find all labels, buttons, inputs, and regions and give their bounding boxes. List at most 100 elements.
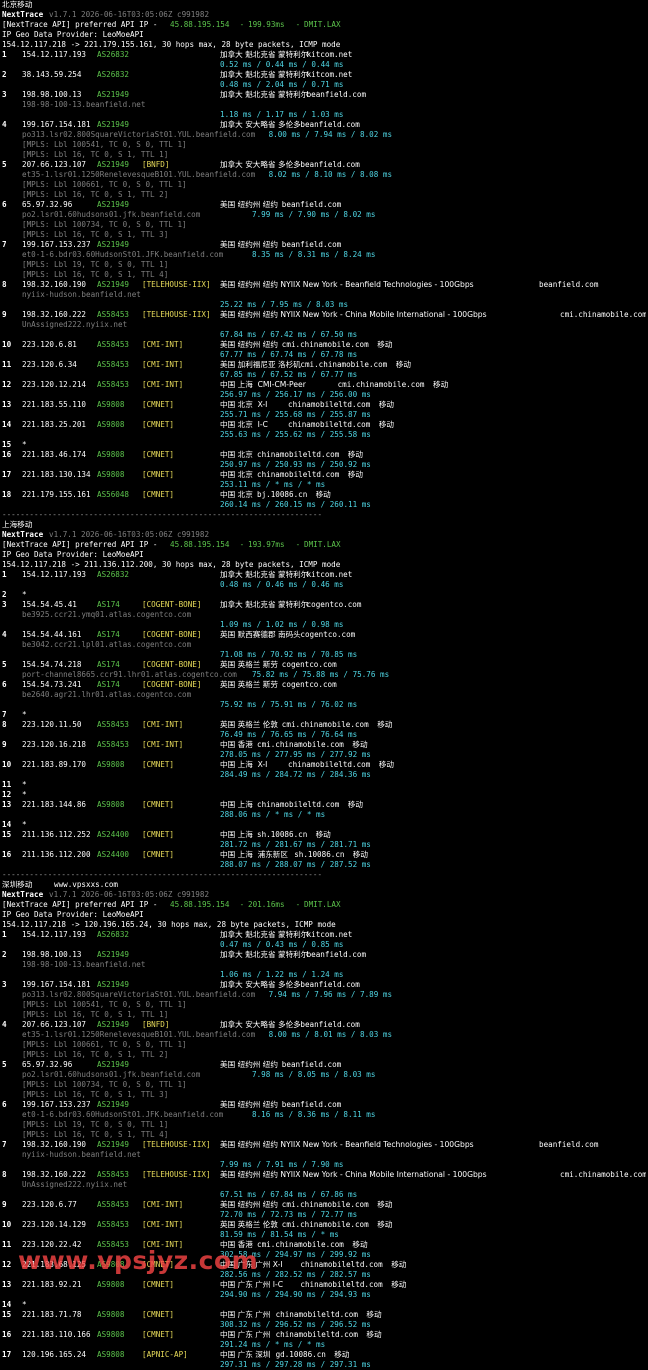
hop-asn: AS58453: [97, 380, 130, 389]
hop-host: chinamobileltd.com: [275, 1310, 358, 1319]
hop-number: 3: [2, 980, 7, 989]
hop-number: 7: [2, 240, 7, 249]
nexttrace-label: NextTrace: [2, 530, 44, 539]
mpls-text: [MPLS: Lbl 19, TC 0, S 0, TTL 1]: [22, 1120, 169, 1129]
hop-geo: 英国 默西赛德郡 南码头: [220, 630, 301, 639]
hop-rdns: po313.lsr02.800SquareVictoriaSt01.YUL.be…: [22, 130, 256, 139]
hop-row: 9 198.32.160.222 AS58453 [TELEHOUSE-IIX] 美国 …: [2, 310, 646, 320]
hop-detail: 288.07 ms / 288.07 ms / 287.52 ms: [2, 860, 646, 870]
hop-geo: 中国 上海 浦东新区: [220, 850, 288, 859]
hop-row: 8 198.32.160.222 AS58453 [TELEHOUSE-IIX] 美国 …: [2, 1170, 646, 1180]
hop-asn: AS21949: [97, 90, 130, 99]
hop-rtt: 71.08 ms / 70.92 ms / 70.85 ms: [220, 650, 358, 659]
hop-geo: 加拿大 安大略省 多伦多: [220, 120, 301, 129]
hop-tag: [TELEHOUSE-IIX]: [142, 1170, 211, 1179]
api-line: [NextTrace API] preferred API IP - 45.88…: [2, 900, 646, 910]
hop-detail: UnAssigned222.nyiix.net: [2, 320, 646, 330]
hop-ip: 221.183.130.134: [22, 470, 91, 479]
hop-number: 17: [2, 1350, 12, 1359]
separator-rule: ----------------------------------------…: [2, 510, 323, 519]
hop-rdns: be3925.ccr21.ymq01.atlas.cogentco.com: [22, 610, 192, 619]
hop-number: 3: [2, 90, 7, 99]
hop-host: chinamobileltd.com: [288, 420, 371, 429]
hop-row: 15 211.136.112.252 AS24400 [CMNET] 中国 上海 sh.1…: [2, 830, 646, 840]
hop-ip: 199.167.153.237: [22, 240, 91, 249]
nexttrace-label: NextTrace: [2, 890, 44, 899]
api-loc: DMIT.LAX: [304, 540, 341, 549]
hop-rtt: 1.09 ms / 1.02 ms / 0.98 ms: [220, 620, 344, 629]
hop-row: 13 221.183.92.21 AS9808 [CMNET] 中国 广东 广州 I-C…: [2, 1280, 646, 1290]
hop-tag: [CMI-INT]: [142, 1220, 184, 1229]
hop-geo: 美国 纽约州 纽约 NYIIX New York - Beanfield Tec…: [220, 1140, 474, 1149]
hop-ip: 154.54.44.161: [22, 630, 82, 639]
hop-geo: 加拿大 安大略省 多伦多: [220, 160, 301, 169]
hop-number: 10: [2, 760, 12, 769]
hop-number: 15: [2, 440, 12, 449]
mpls-label: [MPLS: Lbl 16, TC 0, S 1, TTL 2]: [2, 1050, 646, 1060]
hop-row: 2 38.143.59.254 AS26832 加拿大 魁北克省 蒙特利尔 kitcom…: [2, 70, 646, 80]
hop-rtt: 67.85 ms / 67.52 ms / 67.77 ms: [220, 370, 358, 379]
hop-host: cmi.chinamobile.com: [281, 720, 369, 729]
hop-detail: 76.49 ms / 76.65 ms / 76.64 ms: [2, 730, 646, 740]
hop-row: 10 223.120.14.129 AS58453 [CMI-INT] 英国 英格兰 伦…: [2, 1220, 646, 1230]
hop-isp: 移动: [378, 400, 394, 409]
hop-rtt: 67.51 ms / 67.84 ms / 67.86 ms: [220, 1190, 358, 1199]
hop-detail: 67.77 ms / 67.74 ms / 67.78 ms: [2, 350, 646, 360]
hop-number: 5: [2, 160, 7, 169]
hop-geo: 中国 北京: [220, 490, 253, 499]
hop-asn: AS9808: [97, 1350, 125, 1359]
hop-number: 8: [2, 280, 7, 289]
mpls-text: [MPLS: Lbl 16, TC 0, S 1, TTL 4]: [22, 1130, 169, 1139]
hop-host: chinamobileltd.com: [257, 800, 340, 809]
section-title: 上海移动: [2, 520, 646, 530]
hop-tag: [CMNET]: [142, 1310, 175, 1319]
hop-geo: 加拿大 魁北克省 蒙特利尔: [220, 570, 309, 579]
hop-row: 4 207.66.123.107 AS21949 [BNFD] 加拿大 安大略省 多伦多…: [2, 1020, 646, 1030]
hop-ip: 198.32.160.222: [22, 1170, 87, 1179]
hop-host: chinamobileltd.com: [300, 1260, 383, 1269]
hop-row: 15 *: [2, 440, 646, 450]
hop-row: 16 221.183.110.166 AS9808 [CMNET] 中国 广东 广州 ch…: [2, 1330, 646, 1340]
hop-detail: be3042.ccr21.lpl01.atlas.cogentco.com: [2, 640, 646, 650]
hop-ip: 65.97.32.96: [22, 200, 73, 209]
mpls-text: [MPLS: Lbl 100734, TC 0, S 0, TTL 1]: [22, 220, 187, 229]
hop-ip: 221.183.144.86: [22, 800, 87, 809]
hop-ip: 223.120.6.34: [22, 360, 77, 369]
hop-row: 3 154.54.45.41 AS174 [COGENT-BONE] 加拿大 魁北克省 …: [2, 600, 646, 610]
hop-host: cmi.chinamobile.com: [257, 740, 344, 749]
trace-line: 154.12.117.218 -> 221.179.155.161, 30 ho…: [2, 40, 646, 50]
hop-detail: et35-1.lsr01.1250RenelevesqueB101.YUL.be…: [2, 170, 646, 180]
hop-host: cmi.chinamobile.com: [257, 1240, 344, 1249]
hop-geo: 加拿大 魁北克省 蒙特利尔: [220, 600, 309, 609]
hop-number: 9: [2, 1200, 7, 1209]
hop-row: 5 154.54.74.218 AS174 [COGENT-BONE] 英国 英格兰 斯…: [2, 660, 646, 670]
api-ms: 201.16ms: [248, 900, 285, 909]
hop-geo: 中国 北京 X-I: [220, 400, 268, 409]
hop-ip: 154.12.117.193: [22, 50, 87, 59]
hop-detail: 0.48 ms / 2.04 ms / 0.71 ms: [2, 80, 646, 90]
hop-geo: 中国 广东 广州 I-C: [220, 1280, 284, 1289]
hop-number: 1: [2, 570, 7, 579]
hop-number: 14: [2, 820, 12, 829]
hop-detail: 81.59 ms / 81.54 ms / * ms: [2, 1230, 646, 1240]
hop-geo: 中国 上海: [220, 830, 253, 839]
hop-tag: [CMNET]: [142, 1280, 175, 1289]
hop-ip: 223.120.16.218: [22, 740, 87, 749]
hop-rdns: nyiix-hudson.beanfield.net: [22, 290, 141, 299]
mpls-label: [MPLS: Lbl 100734, TC 0, S 0, TTL 1]: [2, 220, 646, 230]
geo-provider-text: IP Geo Data Provider: LeoMoeAPI: [2, 910, 144, 919]
hop-row: 5 207.66.123.107 AS21949 [BNFD] 加拿大 安大略省 多伦多…: [2, 160, 646, 170]
hop-host: chinamobileltd.com: [257, 470, 340, 479]
hop-tag: [CMNET]: [142, 400, 175, 409]
hop-rdns: be3042.ccr21.lpl01.atlas.cogentco.com: [22, 640, 192, 649]
hop-tag: [CMNET]: [142, 450, 175, 459]
hop-asn: AS21949: [97, 280, 130, 289]
hop-rtt: 0.52 ms / 0.44 ms / 0.44 ms: [220, 60, 344, 69]
geo-provider: IP Geo Data Provider: LeoMoeAPI: [2, 550, 646, 560]
hop-ip: 65.97.32.96: [22, 1060, 73, 1069]
mpls-label: [MPLS: Lbl 19, TC 0, S 0, TTL 1]: [2, 260, 646, 270]
hop-asn: AS9808: [97, 450, 125, 459]
hop-detail: UnAssigned222.nyiix.net: [2, 1180, 646, 1190]
mpls-label: [MPLS: Lbl 16, TC 0, S 1, TTL 3]: [2, 1090, 646, 1100]
hop-rtt: 260.14 ms / 260.15 ms / 260.11 ms: [220, 500, 371, 509]
